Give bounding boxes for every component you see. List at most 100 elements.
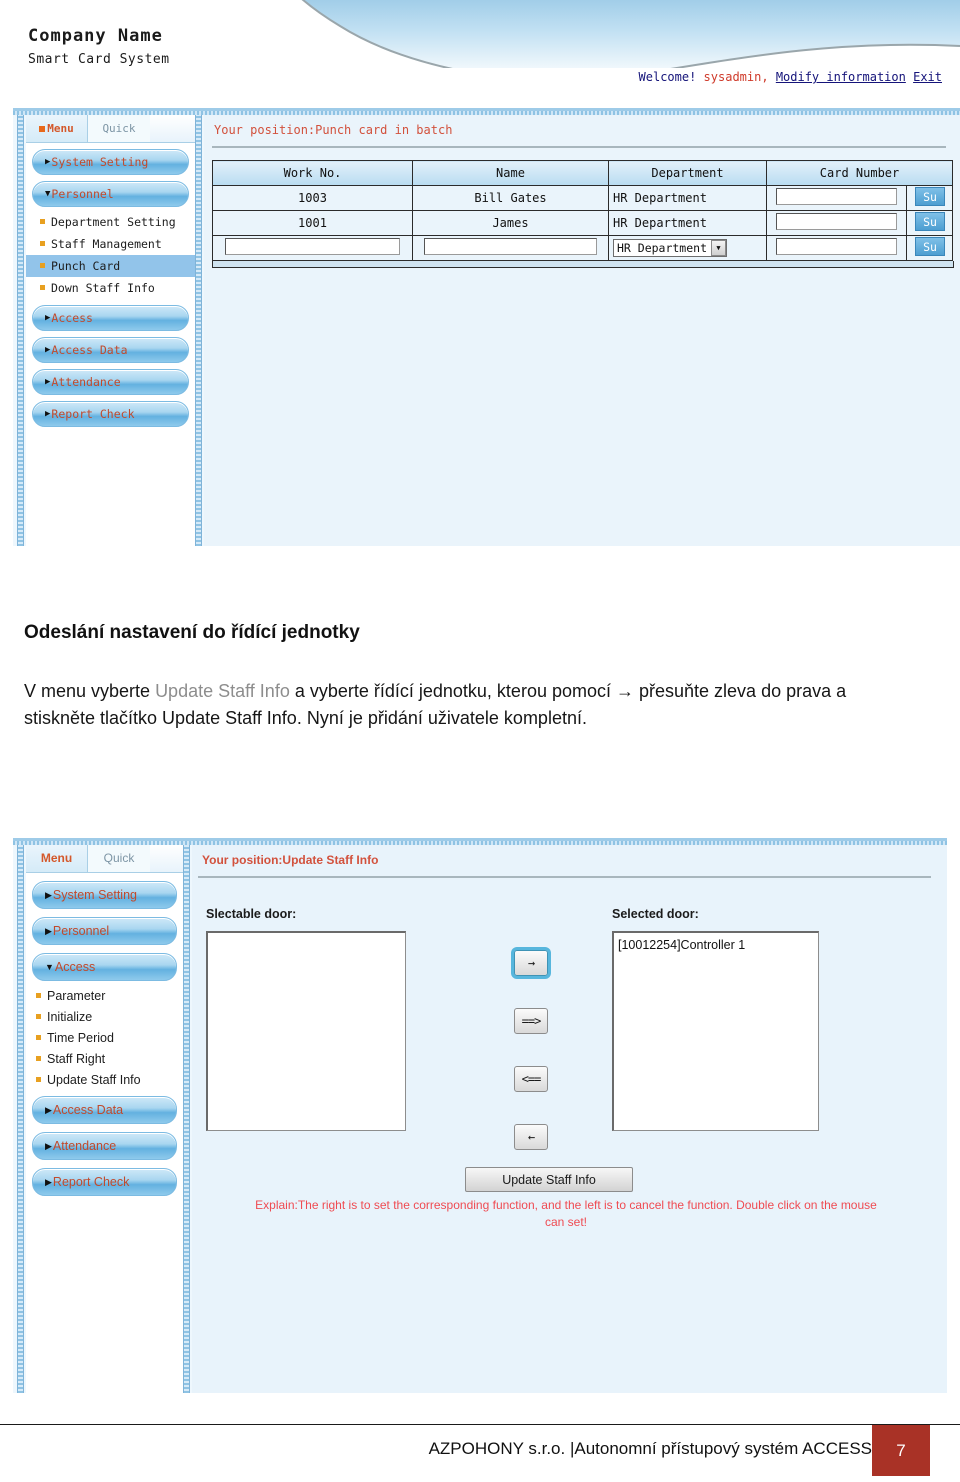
bullet-icon bbox=[36, 1014, 41, 1020]
sidebar-group-label: Access Data bbox=[52, 1103, 124, 1117]
card-number-input[interactable] bbox=[776, 188, 897, 205]
page-title: Odeslání nastavení do řídící jednotky bbox=[24, 621, 360, 643]
sidebar-group-personnel-2[interactable]: ▶ Personnel bbox=[32, 917, 177, 945]
move-right-single-button[interactable]: → bbox=[514, 950, 548, 976]
tab-menu-label-2: Menu bbox=[40, 851, 73, 865]
sidebar-item-label: Down Staff Info bbox=[51, 281, 155, 295]
sidebar-group-system-setting-2[interactable]: ▶ System Setting bbox=[32, 881, 177, 909]
caret-right-icon: ▶ bbox=[45, 1104, 52, 1115]
cell-work-no: 1001 bbox=[212, 210, 413, 236]
sidebar-group-report-check-2[interactable]: ▶ Report Check bbox=[32, 1168, 177, 1196]
new-work-no-input[interactable] bbox=[224, 238, 401, 255]
bullet-icon bbox=[40, 219, 45, 224]
sidebar-group-personnel-1[interactable]: ▼ Personnel bbox=[32, 181, 189, 207]
sidebar-group-attendance-1[interactable]: ▶ Attendance bbox=[32, 369, 189, 395]
sidebar-group-label: Access bbox=[54, 960, 96, 974]
explain-line-2: can set! bbox=[544, 1215, 588, 1230]
table-row: 1001 James HR Department Su bbox=[212, 210, 954, 236]
move-left-single-button[interactable]: ← bbox=[514, 1124, 548, 1150]
update-staff-info-button[interactable]: Update Staff Info bbox=[465, 1167, 633, 1192]
sidebar-group-label: Report Check bbox=[52, 1175, 130, 1189]
submit-button[interactable]: Su bbox=[915, 187, 945, 206]
sidebar-group-access-1[interactable]: ▶ Access bbox=[32, 305, 189, 331]
page-number-badge: 7 bbox=[872, 1425, 930, 1476]
col-department: Department bbox=[608, 160, 767, 186]
card-number-input[interactable] bbox=[776, 213, 897, 230]
move-right-all-button[interactable]: ==> bbox=[514, 1008, 548, 1034]
caret-right-icon: ▶ bbox=[45, 889, 52, 900]
sidebar-group-attendance-2[interactable]: ▶ Attendance bbox=[32, 1132, 177, 1160]
sidebar-item-time-period[interactable]: Time Period bbox=[26, 1028, 183, 1049]
tab-quick-2[interactable]: Quick bbox=[88, 845, 150, 872]
bullet-icon bbox=[40, 241, 45, 246]
sidebar-item-down-staff-info[interactable]: Down Staff Info bbox=[26, 277, 195, 299]
cell-new-work-no bbox=[212, 235, 413, 261]
caret-right-icon: ▶ bbox=[45, 925, 52, 936]
sidebar-item-update-staff-info[interactable]: Update Staff Info bbox=[26, 1070, 183, 1091]
cell-new-card-number bbox=[766, 235, 907, 261]
screenshot-punch-card: Menu Quick ▶ System Setting ▼ Personnel De… bbox=[13, 108, 960, 546]
sidebar-group-access-data-2[interactable]: ▶ Access Data bbox=[32, 1096, 177, 1124]
department-select-value: HR Department bbox=[617, 241, 708, 255]
page-footer: AZPOHONY s.r.o. |Autonomní přístupový sy… bbox=[0, 1425, 960, 1482]
frame-left-rail-2 bbox=[17, 845, 24, 1393]
sidebar-group-label: Report Check bbox=[51, 407, 135, 421]
sidebar-item-parameter[interactable]: Parameter bbox=[26, 986, 183, 1007]
sidebar-group-access-data-1[interactable]: ▶ Access Data bbox=[32, 337, 189, 363]
col-name: Name bbox=[412, 160, 609, 186]
sidebar-group-report-check-1[interactable]: ▶ Report Check bbox=[32, 401, 189, 427]
bullet-icon bbox=[40, 263, 45, 268]
sidebar-item-department-setting[interactable]: Department Setting bbox=[26, 211, 195, 233]
selectable-door-label: Slectable door: bbox=[206, 907, 297, 921]
frame-divider-rail-1 bbox=[195, 115, 202, 546]
double-arrow-left-icon: <== bbox=[521, 1072, 542, 1086]
sidebar-group-label: Personnel bbox=[51, 187, 114, 201]
list-item[interactable]: [10012254]Controller 1 bbox=[618, 938, 814, 952]
tab-quick-1[interactable]: Quick bbox=[88, 115, 150, 142]
sidebar-item-label: Update Staff Info bbox=[47, 1073, 141, 1087]
caret-down-icon: ▼ bbox=[45, 962, 54, 972]
app-banner: Company Name Smart Card System Welcome! … bbox=[0, 0, 960, 108]
tab-quick-label-1: Quick bbox=[102, 122, 136, 135]
sidebar-tabs-2: Menu Quick bbox=[26, 845, 183, 873]
bullet-icon bbox=[36, 1035, 41, 1041]
cell-new-department: HR Department ▼ bbox=[608, 235, 767, 261]
table-footer-strip bbox=[212, 261, 954, 268]
col-work-no: Work No. bbox=[212, 160, 413, 186]
body-pre: V menu vyberte bbox=[24, 681, 156, 701]
sidebar-item-label: Staff Right bbox=[47, 1052, 106, 1066]
selected-door-label: Selected door: bbox=[612, 907, 699, 921]
move-left-all-button[interactable]: <== bbox=[514, 1066, 548, 1092]
cell-card-number bbox=[766, 185, 907, 211]
sidebar-tabs-1: Menu Quick bbox=[26, 115, 195, 143]
cell-department: HR Department bbox=[608, 210, 767, 236]
tab-quick-label-2: Quick bbox=[103, 851, 135, 865]
caret-right-icon: ▶ bbox=[45, 157, 51, 167]
sidebar-group-system-setting-1[interactable]: ▶ System Setting bbox=[32, 149, 189, 175]
caret-right-icon: ▶ bbox=[45, 1140, 52, 1151]
sidebar-item-initialize[interactable]: Initialize bbox=[26, 1007, 183, 1028]
app-frame-2: Menu Quick ▶ System Setting ▶ Personnel ▼ A… bbox=[13, 838, 947, 1393]
sidebar-item-staff-management[interactable]: Staff Management bbox=[26, 233, 195, 255]
table-new-row: HR Department ▼ Su bbox=[212, 235, 954, 261]
selected-door-list[interactable]: [10012254]Controller 1 bbox=[612, 931, 819, 1131]
sidebar-item-label: Staff Management bbox=[51, 237, 162, 251]
new-card-number-input[interactable] bbox=[776, 238, 897, 255]
breadcrumb-position-2: Your position:Update Staff Info bbox=[202, 853, 379, 867]
submit-button[interactable]: Su bbox=[915, 212, 945, 231]
selectable-door-list[interactable] bbox=[206, 931, 406, 1131]
menu-square-icon bbox=[39, 126, 46, 132]
tab-menu-1[interactable]: Menu bbox=[26, 115, 88, 142]
content-pane-2: Your position:Update Staff Info Slectabl… bbox=[192, 845, 947, 1393]
exit-link[interactable]: Exit bbox=[913, 70, 942, 84]
sidebar-item-label: Punch Card bbox=[51, 259, 121, 273]
tab-menu-2[interactable]: Menu bbox=[26, 845, 88, 872]
sidebar-item-punch-card[interactable]: Punch Card bbox=[26, 255, 195, 277]
new-name-input[interactable] bbox=[424, 238, 597, 255]
col-card-number: Card Number bbox=[765, 160, 954, 186]
department-select[interactable]: HR Department ▼ bbox=[613, 239, 728, 257]
sidebar-item-staff-right[interactable]: Staff Right bbox=[26, 1049, 183, 1070]
sidebar-group-access-2[interactable]: ▼ Access bbox=[32, 953, 177, 981]
modify-information-link[interactable]: Modify information bbox=[776, 70, 906, 84]
submit-button[interactable]: Su bbox=[915, 237, 945, 256]
